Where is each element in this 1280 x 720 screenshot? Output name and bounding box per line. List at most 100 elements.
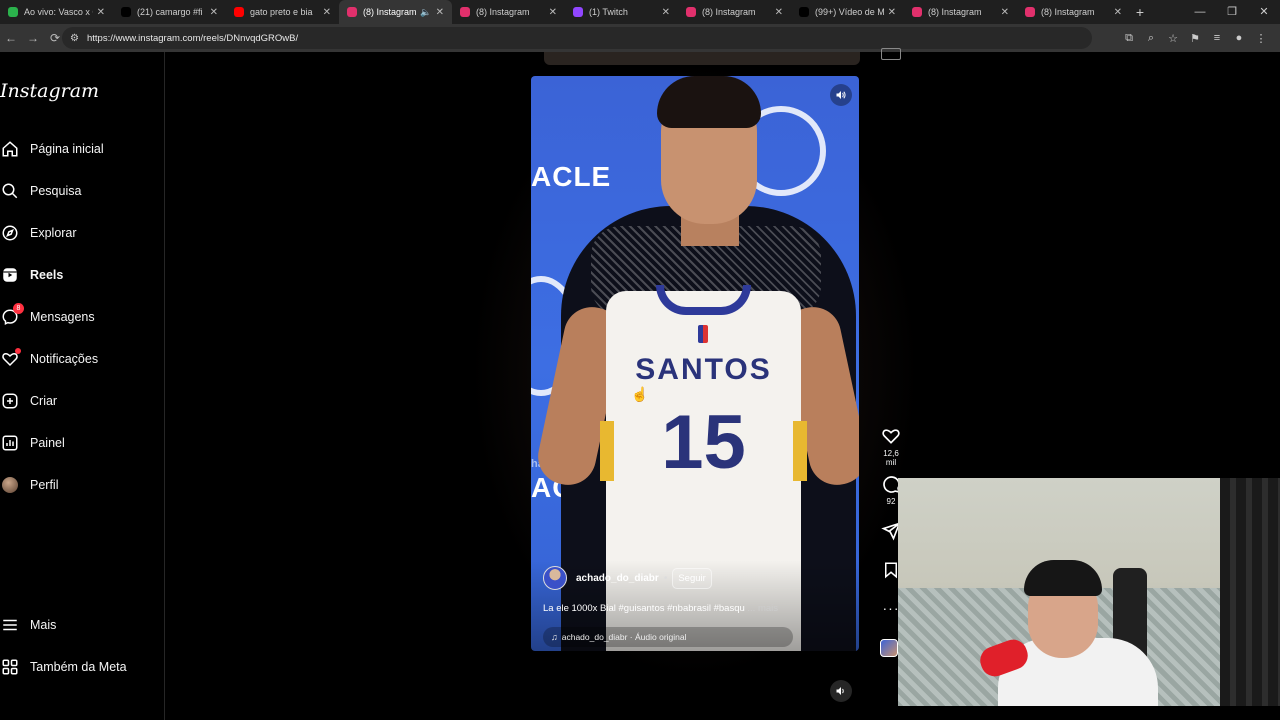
previous-reel-edge[interactable] — [544, 52, 860, 65]
tab-close-icon[interactable]: ✕ — [436, 7, 444, 18]
messages-badge: 8 — [13, 303, 24, 314]
tab-title: (21) camargo #fi — [137, 7, 203, 17]
nav-meta[interactable]: Também da Meta — [0, 653, 127, 681]
nav-notifications[interactable]: Notificações — [0, 345, 98, 373]
audio-label: achado_do_diabr · Áudio original — [561, 632, 687, 642]
browser-tab[interactable]: (8) Instagram ✕ — [678, 0, 791, 24]
nav-label: Perfil — [30, 478, 59, 492]
caption-more-link[interactable]: ... mais — [747, 603, 778, 614]
hand-cursor-icon: ☝ — [631, 386, 649, 402]
tab-favicon-icon — [460, 7, 470, 17]
browser-tab[interactable]: Ao vivo: Vasco x C ✕ — [0, 0, 113, 24]
mute-toggle-button-secondary[interactable] — [830, 680, 852, 702]
caption-text: La ele 1000x Bial #guisantos #nbabrasil … — [543, 603, 745, 614]
tab-favicon-icon — [573, 7, 583, 17]
nav-label: Mensagens — [30, 310, 95, 324]
tab-close-icon[interactable]: ✕ — [1114, 7, 1122, 18]
messenger-icon: 8 — [0, 303, 24, 327]
media-control-icon[interactable]: ≡ — [1206, 32, 1228, 44]
nav-search[interactable]: Pesquisa — [0, 177, 81, 205]
tab-favicon-icon — [686, 7, 696, 17]
url-field[interactable]: ⚙ https://www.instagram.com/reels/DNnvqd… — [62, 27, 1092, 49]
home-icon — [0, 139, 20, 159]
nav-explore[interactable]: Explorar — [0, 219, 77, 247]
dashboard-icon — [0, 433, 20, 453]
tab-close-icon[interactable]: ✕ — [662, 7, 670, 18]
tab-audio-icon[interactable]: 🔈 — [420, 7, 431, 18]
tab-close-icon[interactable]: ✕ — [549, 7, 557, 18]
browser-tab[interactable]: (8) Instagram 🔈 ✕ — [339, 0, 452, 24]
avatar[interactable] — [543, 566, 567, 590]
url-text: https://www.instagram.com/reels/DNnvqdGR… — [86, 32, 299, 44]
tab-close-icon[interactable]: ✕ — [888, 7, 896, 18]
browser-tab[interactable]: gato preto e bia ✕ — [226, 0, 339, 24]
profile-icon[interactable]: ● — [1228, 32, 1250, 44]
browser-tab[interactable]: (99+) Vídeo de M ✕ — [791, 0, 904, 24]
plus-square-icon — [0, 391, 20, 411]
zoom-icon[interactable]: ⌕ — [1140, 32, 1162, 45]
nav-create[interactable]: Criar — [0, 387, 57, 415]
avatar — [0, 475, 20, 495]
instagram-logo[interactable]: Instagram — [0, 80, 99, 102]
nav-more[interactable]: Mais — [0, 611, 56, 639]
tab-close-icon[interactable]: ✕ — [323, 7, 331, 18]
heart-icon — [0, 348, 21, 369]
music-note-icon: ♫ — [551, 632, 558, 642]
nav-dashboard[interactable]: Painel — [0, 429, 65, 457]
nav-label: Pesquisa — [30, 184, 82, 198]
tab-title: (8) Instagram — [702, 7, 756, 17]
cast-icon[interactable]: ⧉ — [1118, 32, 1140, 45]
nav-reels[interactable]: Reels — [0, 261, 63, 289]
menu-icon — [0, 615, 20, 635]
reel-author: achado_do_diabr • Seguir — [543, 566, 712, 590]
tab-title: gato preto e bia — [250, 7, 313, 17]
back-icon[interactable]: ← — [0, 31, 22, 45]
speaker-icon — [836, 687, 844, 695]
tab-title: (8) Instagram — [1041, 7, 1095, 17]
tab-favicon-icon — [121, 7, 131, 17]
tab-close-icon[interactable]: ✕ — [97, 7, 105, 18]
tab-title: (8) Instagram — [476, 7, 530, 17]
tab-close-icon[interactable]: ✕ — [1001, 7, 1009, 18]
nav-label: Mais — [30, 618, 57, 632]
heart-icon[interactable] — [881, 426, 901, 446]
tab-title: Ao vivo: Vasco x C — [24, 7, 93, 17]
mute-toggle-button[interactable] — [830, 84, 852, 106]
browser-tab[interactable]: (1) Twitch ✕ — [565, 0, 678, 24]
browser-menu-icon[interactable]: ⋮ — [1250, 32, 1272, 45]
restore-icon[interactable]: ❐ — [1216, 0, 1248, 24]
nav-label: Notificações — [30, 352, 99, 366]
nav-label: Reels — [30, 268, 64, 282]
browser-tab[interactable]: (8) Instagram ✕ — [452, 0, 565, 24]
close-window-icon[interactable]: ✕ — [1248, 0, 1280, 24]
minimize-icon[interactable]: — — [1184, 0, 1216, 24]
site-info-icon[interactable]: ⚙ — [70, 33, 79, 44]
new-tab-icon[interactable]: + — [1130, 4, 1150, 20]
nav-label: Painel — [30, 436, 65, 450]
browser-tab[interactable]: (21) camargo #fi ✕ — [113, 0, 226, 24]
nav-messages[interactable]: 8 Mensagens — [0, 303, 95, 331]
audio-thumbnail[interactable] — [880, 639, 898, 657]
browser-tab-bar: Ao vivo: Vasco x C ✕ (21) camargo #fi ✕ gato… — [0, 0, 1280, 24]
nav-label: Criar — [30, 394, 58, 408]
browser-tab[interactable]: (8) Instagram ✕ — [904, 0, 1017, 24]
follow-button[interactable]: Seguir — [672, 567, 712, 589]
tab-close-icon[interactable]: ✕ — [210, 7, 218, 18]
tab-favicon-icon — [8, 7, 18, 17]
forward-icon[interactable]: → — [22, 31, 44, 45]
address-bar: ← → ⟳ ⚙ https://www.instagram.com/reels/… — [0, 24, 1280, 52]
notification-dot — [15, 348, 21, 354]
nav-profile[interactable]: Perfil — [0, 471, 58, 499]
reel-caption[interactable]: La ele 1000x Bial #guisantos #nbabrasil … — [543, 603, 778, 614]
reel-audio[interactable]: ♫ achado_do_diabr · Áudio original — [543, 627, 793, 647]
nav-home[interactable]: Página inicial — [0, 135, 104, 163]
bookmark-star-icon[interactable]: ☆ — [1162, 32, 1184, 45]
like-action[interactable]: 12,6 mil — [878, 426, 904, 467]
tab-favicon-icon — [912, 7, 922, 17]
browser-tab[interactable]: (8) Instagram ✕ — [1017, 0, 1130, 24]
picture-in-picture-icon[interactable] — [881, 48, 901, 60]
tab-close-icon[interactable]: ✕ — [775, 7, 783, 18]
extensions-icon[interactable]: ⚑ — [1184, 32, 1206, 45]
tab-title: (8) Instagram — [363, 7, 417, 17]
author-username[interactable]: achado_do_diabr — [576, 573, 659, 584]
